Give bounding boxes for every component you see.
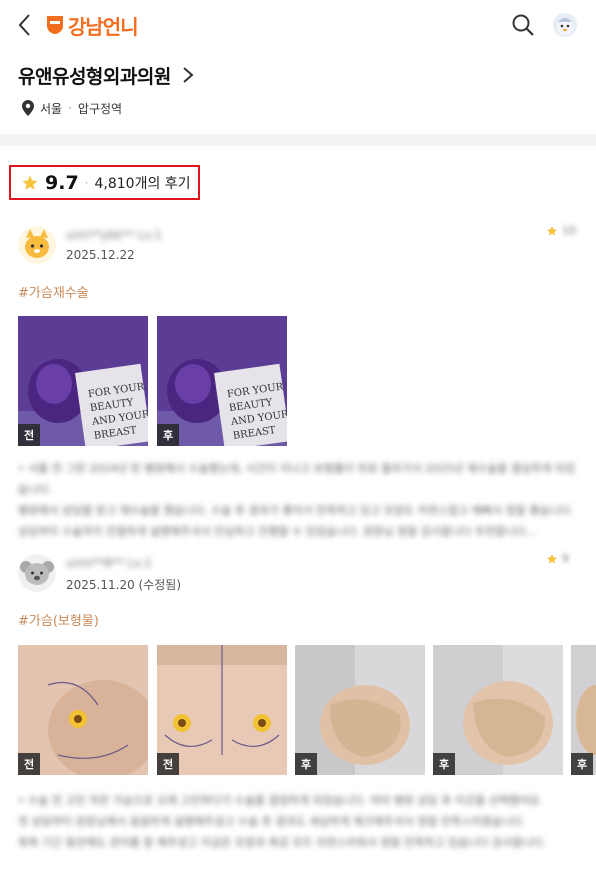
rating-summary[interactable]: 9.7 · 4,810개의 후기 xyxy=(9,165,200,200)
clinic-name: 유앤유성형외과의원 xyxy=(18,65,171,88)
star-icon xyxy=(547,553,557,563)
review-tag[interactable]: #가슴(보형물) xyxy=(18,610,99,629)
review-photo[interactable]: 후 xyxy=(433,645,563,775)
review-photo[interactable]: 후 xyxy=(295,645,425,775)
review-count: 4,810개의 후기 xyxy=(94,175,191,192)
review-score-value: 10 xyxy=(562,224,576,237)
review-text[interactable]: • 수술 전 고민 작은 가슴으로 오래 고민하다가 수술을 결정하게 되었습니… xyxy=(18,790,578,853)
app-logo[interactable]: 강남언니 xyxy=(46,11,139,39)
location-city: 서울 xyxy=(40,101,63,116)
review-text-line: 회복 기간 동안에도 관리를 잘 해주셨고 지금은 모양과 촉감 모두 자연스러… xyxy=(18,836,547,849)
location-separator: · xyxy=(68,101,72,115)
clinic-location: 서울 · 압구정역 xyxy=(22,98,122,118)
search-button[interactable] xyxy=(510,12,536,38)
photo-label: 후 xyxy=(157,424,179,446)
photo-label: 전 xyxy=(157,753,179,775)
review-item[interactable]: unn**ykk** Lv.1 2025.12.22 10 #가슴재수술 FOR… xyxy=(0,222,596,538)
review-item[interactable]: unni**8** Lv.1 2025.11.20 (수정됨) 9 #가슴(보형… xyxy=(0,548,596,871)
photo-label: 전 xyxy=(18,753,40,775)
photo-label: 후 xyxy=(571,753,593,775)
photo-label: 후 xyxy=(295,753,317,775)
review-text-line: 상담부터 수술까지 친절하게 설명해주셔서 안심하고 진행할 수 있었습니다. … xyxy=(18,525,536,538)
reviewer-nickname: unn**ykk** Lv.1 xyxy=(66,228,162,242)
back-button[interactable] xyxy=(14,11,38,39)
review-text-line: • 서울 전 그런 2024년 한 병원에서 수술했는데, 시간이 지나고 보형… xyxy=(18,462,576,496)
review-score: 9 xyxy=(546,552,569,565)
clinic-title-link[interactable]: 유앤유성형외과의원 xyxy=(18,60,195,90)
review-photo[interactable]: FOR YOUR BEAUTY AND YOUR BREAST 전 xyxy=(18,316,148,446)
koala-avatar-icon xyxy=(18,554,56,592)
reviewer-nickname: unni**8** Lv.1 xyxy=(66,556,152,570)
review-photo[interactable]: 후 xyxy=(571,645,596,775)
star-icon xyxy=(22,175,38,190)
rating-separator: · xyxy=(84,175,89,190)
location-pin-icon xyxy=(22,100,34,116)
review-text[interactable]: • 서울 전 그런 2024년 한 병원에서 수술했는데, 시간이 지나고 보형… xyxy=(18,458,578,542)
photo-label: 후 xyxy=(433,753,455,775)
reviewer-avatar xyxy=(18,226,56,264)
review-date: 2025.11.20 (수정됨) xyxy=(66,578,182,592)
review-text-line: • 수술 전 고민 작은 가슴으로 오래 고민하다가 수술을 결정하게 되었습니… xyxy=(18,794,543,807)
chevron-left-icon xyxy=(18,14,30,36)
review-photo[interactable]: 전 xyxy=(18,645,148,775)
section-divider xyxy=(0,134,596,146)
star-icon xyxy=(547,225,557,235)
review-tag[interactable]: #가슴재수술 xyxy=(18,282,89,301)
photo-label: 전 xyxy=(18,424,40,446)
review-photo[interactable]: 전 xyxy=(157,645,287,775)
review-date: 2025.12.22 xyxy=(66,248,135,262)
review-text-line: 병원에서 상담을 받고 재수술을 했습니다. 수술 후 경과가 좋아서 만족하고… xyxy=(18,504,574,517)
cat-avatar-icon xyxy=(18,226,56,264)
review-score: 10 xyxy=(546,224,576,237)
chevron-right-icon xyxy=(183,67,194,83)
location-district: 압구정역 xyxy=(77,101,123,116)
profile-button[interactable] xyxy=(552,12,578,38)
logo-text: 강남언니 xyxy=(68,14,139,39)
reviewer-avatar xyxy=(18,554,56,592)
review-score-value: 9 xyxy=(562,552,569,565)
search-icon xyxy=(512,14,534,36)
logo-mark-icon xyxy=(47,16,63,34)
review-text-line: 첫 상담부터 원장님께서 꼼꼼하게 설명해주셨고 수술 후 경과도 세심하게 체… xyxy=(18,815,526,828)
rating-score: 9.7 xyxy=(45,171,79,194)
avatar-icon xyxy=(553,13,577,37)
review-photo[interactable]: FOR YOUR BEAUTY AND YOUR BREAST 후 xyxy=(157,316,287,446)
top-bar: 강남언니 xyxy=(0,0,596,50)
